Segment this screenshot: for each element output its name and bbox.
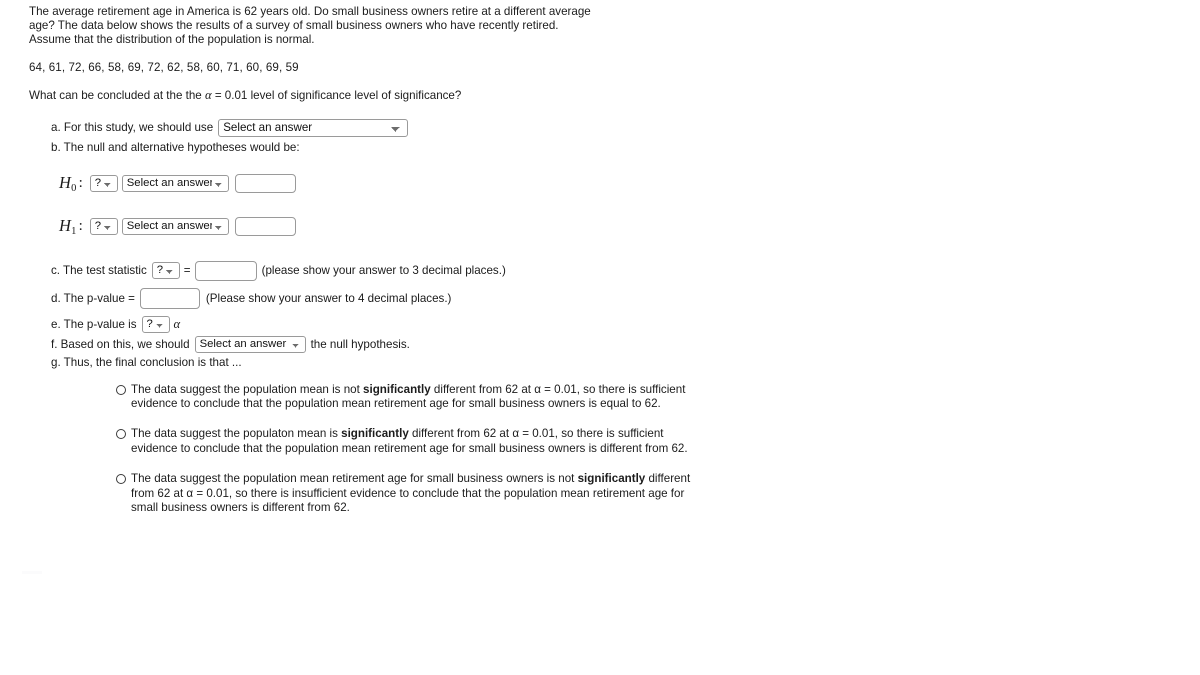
alt-hypothesis-row: H1 : ? Select an answer [59, 216, 1200, 237]
item-c-label: c. The test statistic [51, 264, 147, 278]
item-g-row: g. Thus, the final conclusion is that ..… [51, 356, 1200, 369]
option-3-pre: The data suggest the population mean ret… [131, 472, 578, 486]
option-1-bold: significantly [363, 382, 431, 396]
alpha-symbol: α [204, 87, 212, 102]
question-prefix: What can be concluded at the the [29, 88, 205, 102]
conclusion-option-1[interactable]: The data suggest the population mean is … [116, 383, 691, 412]
conclusion-options-group: The data suggest the population mean is … [51, 383, 1200, 516]
problem-line-3: Assume that the distribution of the popu… [29, 33, 315, 47]
question-suffix: = 0.01 level of significance level of si… [211, 88, 462, 102]
page-artifact [22, 571, 42, 574]
option-3-bold: significantly [577, 472, 646, 486]
null-hypothesis-row: H0 : ? Select an answer [59, 173, 1200, 194]
item-f-label-before: f. Based on this, we should [51, 337, 190, 351]
alt-hypothesis-colon: : [78, 217, 83, 234]
option-2-pre: The data suggest the populaton mean is [131, 427, 342, 441]
item-e-label: e. The p-value is [51, 317, 137, 331]
null-hypothesis-parameter-select[interactable]: Select an answer [121, 174, 229, 192]
conclusion-option-3-text: The data suggest the population mean ret… [131, 472, 691, 515]
decision-select[interactable]: Select an answer [194, 335, 306, 353]
null-hypothesis-colon: : [78, 174, 83, 191]
alt-hypothesis-operator-select[interactable]: ? [89, 217, 118, 235]
item-g-label: g. Thus, the final conclusion is that ..… [51, 355, 242, 369]
null-hypothesis-symbol: H0 [59, 172, 77, 194]
item-b-row: b. The null and alternative hypotheses w… [51, 139, 1200, 156]
option-1-pre: The data suggest the population mean is … [131, 382, 364, 396]
item-d-hint: (Please show your answer to 4 decimal pl… [205, 291, 452, 305]
null-hypothesis-operator-select[interactable]: ? [89, 174, 118, 192]
item-c-row: c. The test statistic ? = (please show y… [51, 260, 1200, 281]
item-b-label: b. The null and alternative hypotheses w… [51, 140, 300, 154]
option-2-bold: significantly [341, 427, 409, 441]
items-c-through-g: c. The test statistic ? = (please show y… [51, 260, 1200, 369]
alt-hypothesis-value-input[interactable] [234, 216, 296, 236]
item-e-alpha-symbol: α [173, 316, 181, 331]
problem-line-1: The average retirement age in America is… [29, 5, 591, 18]
problem-line-2: age? The data below shows the results of… [29, 19, 559, 33]
test-statistic-select[interactable]: ? [151, 262, 180, 280]
item-d-label: d. The p-value = [51, 291, 135, 305]
sample-data-values: 64, 61, 72, 66, 58, 69, 72, 62, 58, 60, … [29, 60, 299, 74]
study-type-select[interactable]: Select an answer [218, 118, 409, 137]
item-e-row: e. The p-value is ? α [51, 315, 1200, 333]
test-statistic-input[interactable] [194, 260, 257, 281]
item-c-hint: (please show your answer to 3 decimal pl… [261, 264, 506, 278]
alt-hypothesis-parameter-select[interactable]: Select an answer [121, 217, 229, 235]
problem-statement: The average retirement age in America is… [29, 5, 644, 48]
conclusion-option-2[interactable]: The data suggest the populaton mean is s… [116, 427, 691, 456]
item-f-label-after: the null hypothesis. [310, 337, 410, 351]
form-items: a. For this study, we should use Select … [29, 118, 1200, 516]
p-value-comparison-select[interactable]: ? [141, 315, 170, 333]
worksheet-page: The average retirement age in America is… [0, 0, 1200, 515]
radio-icon[interactable] [116, 474, 126, 485]
radio-icon[interactable] [116, 384, 126, 395]
significance-question: What can be concluded at the the α = 0.0… [29, 88, 1200, 103]
conclusion-option-3[interactable]: The data suggest the population mean ret… [116, 472, 691, 515]
item-d-row: d. The p-value = (Please show your answe… [51, 287, 1200, 309]
item-a-row: a. For this study, we should use Select … [51, 118, 1200, 137]
p-value-input[interactable] [139, 287, 200, 309]
radio-icon[interactable] [116, 429, 126, 440]
null-hypothesis-value-input[interactable] [234, 173, 296, 193]
hypotheses-block: H0 : ? Select an answer H1 : ? Select an… [51, 173, 1200, 237]
item-a-label: a. For this study, we should use [51, 121, 214, 135]
conclusion-option-2-text: The data suggest the populaton mean is s… [131, 427, 691, 456]
conclusion-option-1-text: The data suggest the population mean is … [131, 383, 691, 412]
alt-hypothesis-symbol: H1 [59, 215, 77, 237]
item-f-row: f. Based on this, we should Select an an… [51, 335, 1200, 353]
item-c-equals: = [183, 264, 191, 278]
